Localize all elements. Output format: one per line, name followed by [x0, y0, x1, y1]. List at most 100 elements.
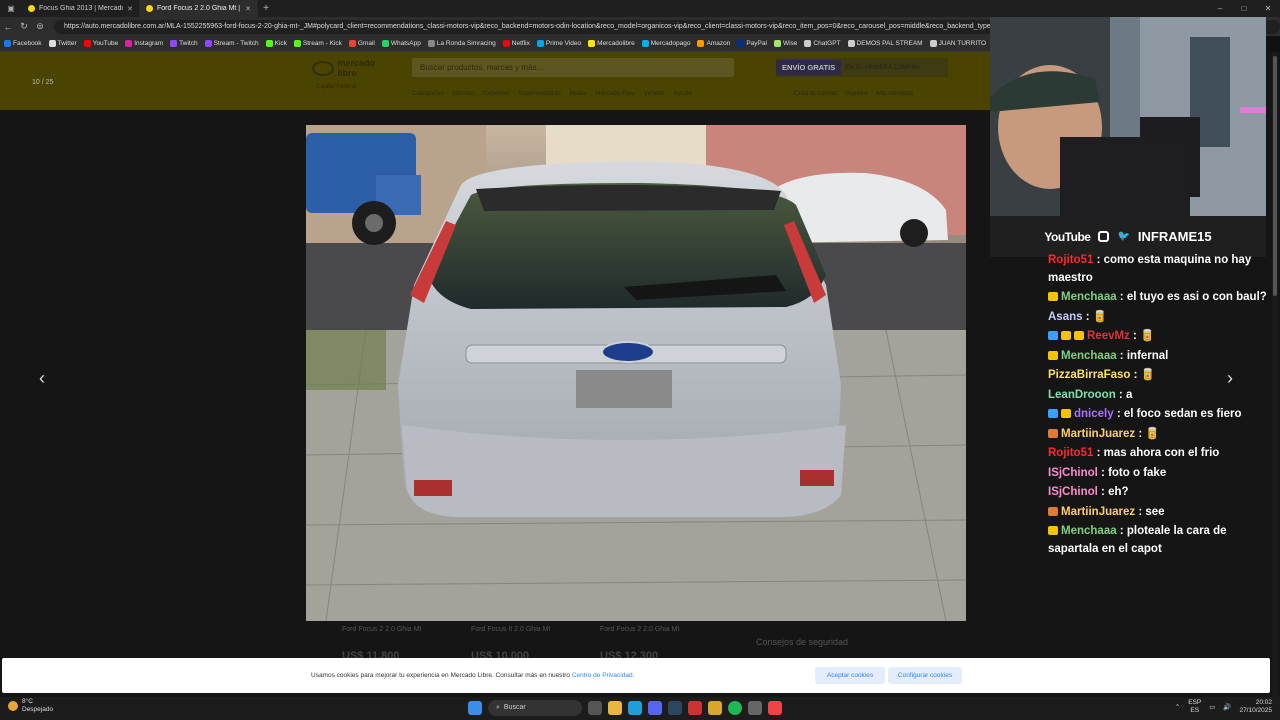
- close-tab-icon[interactable]: ✕: [127, 5, 133, 13]
- tab-focus-ghia-2013[interactable]: Focus Ghia 2013 | Mercado Libre ✕: [22, 0, 140, 17]
- bookmark-youtube[interactable]: YouTube: [83, 40, 118, 47]
- tray-chevron-icon[interactable]: ⌃: [1175, 703, 1180, 711]
- chat-separator: :: [1116, 291, 1127, 303]
- taskbar-search[interactable]: ⌕ Buscar: [488, 700, 582, 716]
- volume-icon[interactable]: 🔊: [1223, 703, 1231, 711]
- chat-username: PizzaBirraFaso: [1048, 369, 1131, 381]
- close-tab-icon[interactable]: ✕: [245, 5, 251, 13]
- bookmark-twitter[interactable]: Twitter: [48, 40, 77, 47]
- app-icon[interactable]: [708, 701, 722, 715]
- chat-badge-icon: [1048, 526, 1058, 535]
- tab-label: Ford Focus 2 2.0 Ghia Mt | Merca: [157, 5, 241, 12]
- close-window-button[interactable]: ✕: [1256, 0, 1280, 17]
- bookmark-stream-twitch[interactable]: Stream - Twitch: [204, 40, 259, 47]
- reload-icon[interactable]: ↻: [16, 21, 32, 32]
- ml-nav-item[interactable]: Supermercado: [518, 90, 561, 97]
- system-tray: ⌃ ESP ES ▭ 🔊 20:02 27/10/2025: [1175, 699, 1272, 715]
- bookmark-twitch[interactable]: Twitch: [170, 40, 198, 47]
- bookmark-juan-turrito[interactable]: JUAN TURRITO: [929, 40, 986, 47]
- free-shipping-banner[interactable]: ENVÍO GRATIS EN TU PRIMERA COMPRA: [776, 58, 948, 77]
- page-scrollbar[interactable]: [1272, 52, 1278, 697]
- chat-text: 🥫: [1092, 310, 1108, 323]
- bookmark-prime-video[interactable]: Prime Video: [536, 40, 582, 47]
- chat-badge-icon: [1048, 428, 1058, 438]
- chat-badge-icon: [1048, 350, 1058, 360]
- tab-actions-icon[interactable]: ▣: [0, 4, 22, 13]
- edge-icon[interactable]: [628, 701, 642, 715]
- bookmark-whatsapp[interactable]: WhatsApp: [381, 40, 421, 47]
- bookmark-mercadolibre[interactable]: Mercadolibre: [588, 40, 635, 47]
- task-view-icon[interactable]: [588, 701, 602, 715]
- gallery-prev-arrow[interactable]: ‹: [30, 366, 54, 390]
- related-title[interactable]: Ford Focus 2 2.0 Ghia Mt: [600, 626, 679, 633]
- ml-nav-item[interactable]: Ayuda: [673, 90, 691, 97]
- ml-nav-item[interactable]: Moda: [570, 90, 586, 97]
- bookmark-la-ronda-simracing[interactable]: La Ronda Simracing: [427, 40, 496, 47]
- clock[interactable]: 20:02 27/10/2025: [1239, 699, 1272, 715]
- location-selector[interactable]: Capital Federal: [316, 84, 357, 90]
- bookmark-demos-pal-stream[interactable]: DEMOS PAL STREAM: [847, 40, 923, 47]
- steam-icon[interactable]: [668, 701, 682, 715]
- discord-icon[interactable]: [648, 701, 662, 715]
- product-search-input[interactable]: Buscar productos, marcas y más...: [412, 58, 734, 77]
- mercadolibre-logo[interactable]: mercado libre: [312, 57, 392, 79]
- bookmark-favicon-icon: [697, 40, 705, 47]
- scrollbar-thumb[interactable]: [1273, 56, 1277, 296]
- bookmark-amazon[interactable]: Amazon: [697, 40, 730, 47]
- site-info-icon[interactable]: ⊜: [32, 21, 48, 32]
- taskbar-apps: ⌕ Buscar: [468, 700, 782, 716]
- file-explorer-icon[interactable]: [608, 701, 622, 715]
- new-tab-button[interactable]: +: [258, 3, 274, 14]
- ml-user-nav-item[interactable]: Creá tu cuenta: [794, 90, 837, 97]
- related-title[interactable]: Ford Focus 2 2.0 Ghia Mt: [342, 626, 421, 633]
- ml-nav-item[interactable]: Ofertas: [453, 90, 474, 97]
- bookmark-favicon-icon: [641, 40, 649, 47]
- language-indicator[interactable]: ESP ES: [1188, 699, 1201, 715]
- ml-user-nav-item[interactable]: Mis compras: [876, 90, 913, 97]
- chat-username: MartiinJuarez: [1061, 505, 1136, 518]
- chat-username: Menchaaa: [1061, 291, 1117, 303]
- back-arrow-icon[interactable]: ←: [0, 22, 16, 32]
- chat-text: foto o fake: [1108, 466, 1167, 479]
- bookmark-mercadopago[interactable]: Mercadopago: [641, 40, 690, 47]
- bookmark-gmail[interactable]: Gmail: [348, 40, 375, 47]
- app-icon[interactable]: [688, 701, 702, 715]
- spotify-icon[interactable]: [728, 701, 742, 715]
- bookmark-favicon-icon: [773, 40, 781, 47]
- chat-message: MartiinJuarez : 🥫: [1048, 426, 1268, 444]
- app-icon[interactable]: [768, 701, 782, 715]
- ml-nav-item[interactable]: Cupones: [483, 90, 509, 97]
- ml-user-nav-item[interactable]: Ingresá: [846, 90, 868, 97]
- bookmark-instagram[interactable]: Instagram: [125, 40, 163, 47]
- bookmark-stream-kick[interactable]: Stream - Kick: [293, 40, 342, 47]
- ml-nav-item[interactable]: Mercado Play: [595, 90, 635, 97]
- ml-nav-item[interactable]: Vender: [644, 90, 665, 97]
- keyboard-code: ES: [1190, 707, 1200, 714]
- maximize-button[interactable]: □: [1232, 0, 1256, 17]
- bookmark-label: WhatsApp: [390, 40, 421, 47]
- bookmark-chatgpt[interactable]: ChatGPT: [804, 40, 841, 47]
- privacy-center-link[interactable]: Centro de Privacidad.: [572, 672, 635, 679]
- bookmark-kick[interactable]: Kick: [265, 40, 287, 47]
- windows-taskbar: 8°C Despejado ⌕ Buscar ⌃ ESP ES ▭ 🔊 20:0…: [0, 697, 1280, 720]
- ml-nav-item[interactable]: Categorías: [412, 90, 444, 97]
- configure-cookies-button[interactable]: Configurar cookies: [888, 667, 962, 684]
- bookmark-netflix[interactable]: Netflix: [502, 40, 530, 47]
- chat-separator: :: [1097, 466, 1109, 479]
- chat-username: Asans: [1048, 310, 1083, 323]
- accept-cookies-button[interactable]: Aceptar cookies: [815, 667, 885, 684]
- app-icon[interactable]: [748, 701, 762, 715]
- search-icon: ⌕: [496, 704, 500, 711]
- network-icon[interactable]: ▭: [1209, 703, 1215, 711]
- related-title[interactable]: Ford Focus II 2.0 Ghia Mt: [471, 626, 550, 633]
- bookmark-favicon-icon: [588, 40, 596, 47]
- bookmark-label: Prime Video: [545, 40, 582, 47]
- chat-text: infernal: [1126, 349, 1169, 362]
- tab-ford-focus-ghia[interactable]: Ford Focus 2 2.0 Ghia Mt | Merca ✕: [140, 0, 258, 17]
- bookmark-paypal[interactable]: PayPal: [737, 40, 767, 47]
- minimize-button[interactable]: –: [1208, 0, 1232, 17]
- weather-widget[interactable]: 8°C Despejado: [8, 698, 53, 714]
- windows-start-icon[interactable]: [468, 701, 482, 715]
- bookmark-facebook[interactable]: Facebook: [4, 40, 42, 47]
- bookmark-wise[interactable]: Wise: [773, 40, 797, 47]
